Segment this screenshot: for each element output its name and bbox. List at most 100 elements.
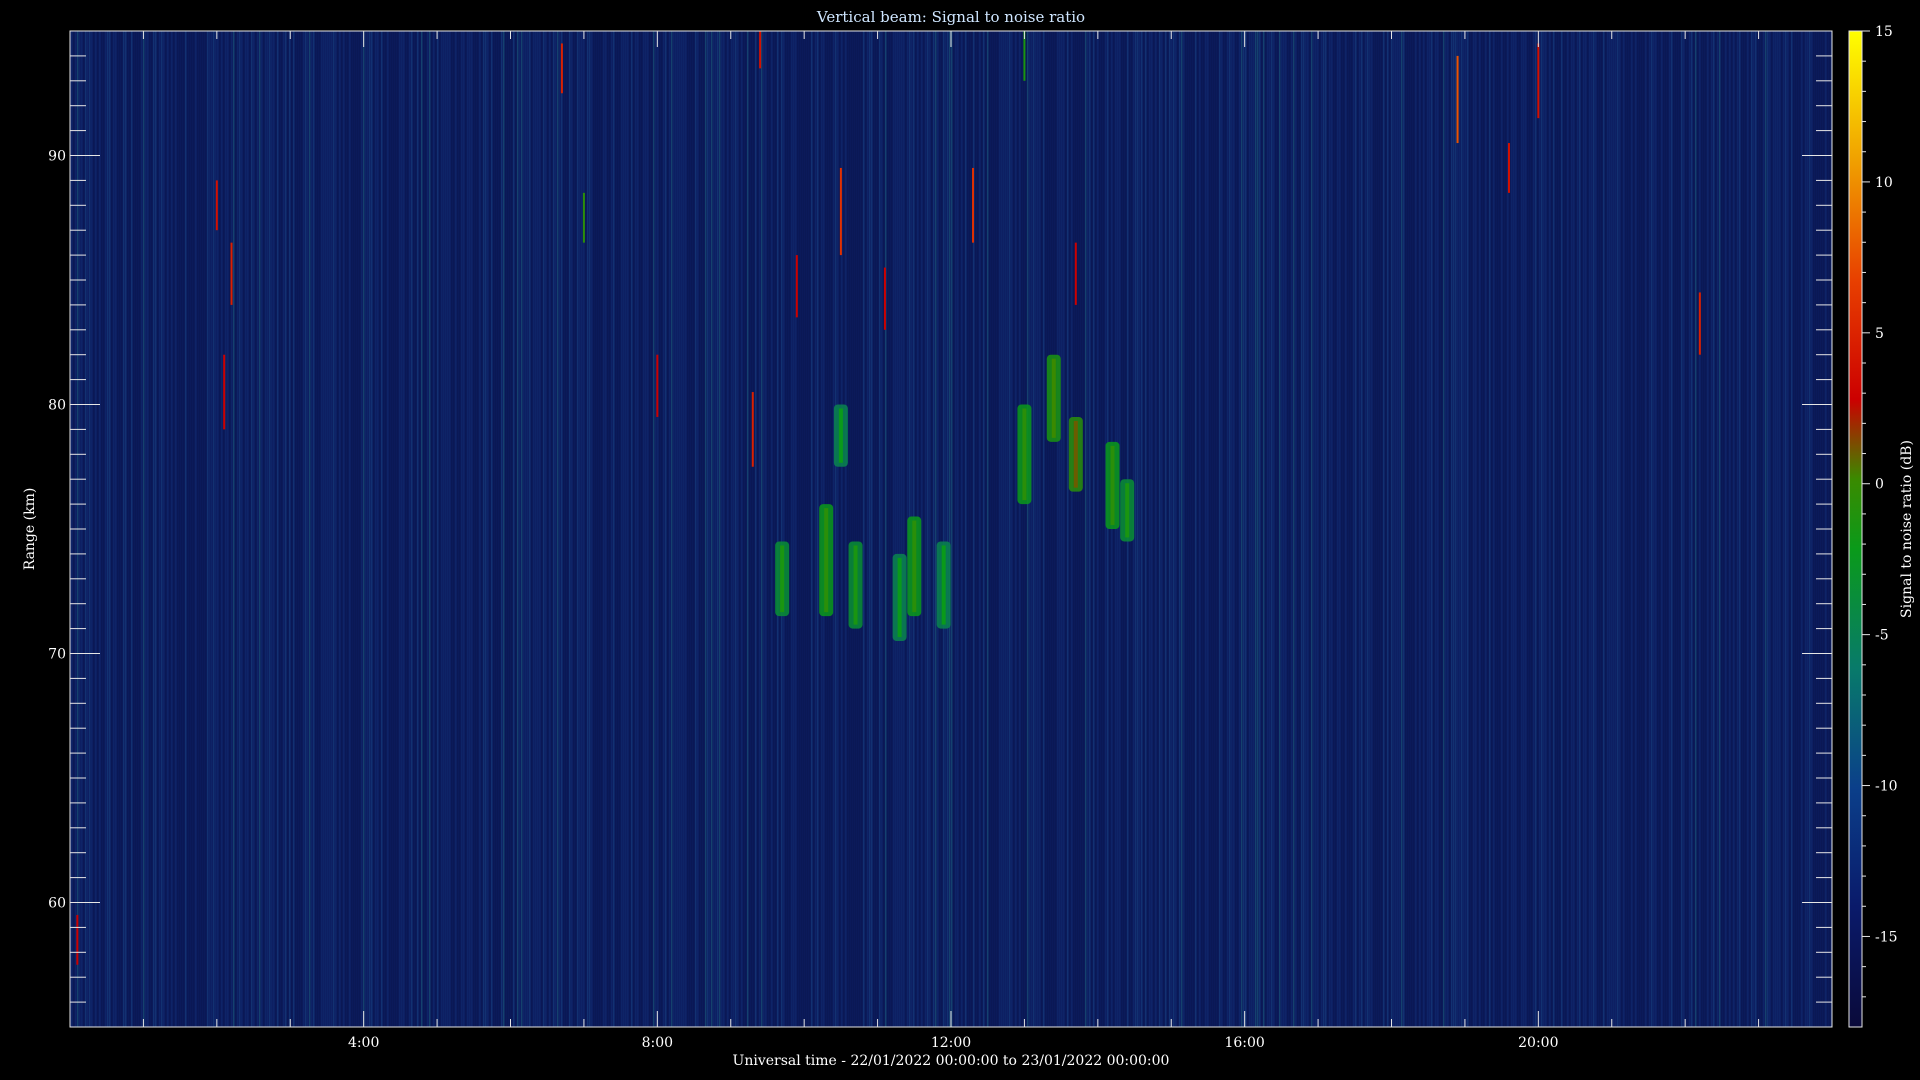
x-tick-label: 20:00: [1518, 1035, 1558, 1051]
noise-streak: [277, 31, 279, 1027]
noise-streak: [1099, 31, 1101, 1027]
noise-streak: [353, 31, 355, 1027]
noise-streak: [927, 31, 929, 1027]
noise-streak: [1343, 31, 1345, 1027]
noise-streak: [321, 31, 323, 1027]
noise-streak: [1679, 31, 1681, 1027]
noise-streak: [149, 31, 151, 1027]
noise-streak: [273, 31, 275, 1027]
noise-streak: [133, 31, 135, 1027]
noise-streak: [329, 31, 331, 1027]
noise-streak: [1463, 31, 1465, 1027]
noise-streak: [585, 31, 587, 1027]
noise-streak: [103, 31, 105, 1027]
noise-streak: [1337, 31, 1339, 1027]
noise-streak: [381, 31, 383, 1027]
noise-streak: [959, 31, 961, 1027]
noise-streak: [1599, 31, 1601, 1027]
noise-streak: [1247, 31, 1249, 1027]
noise-streak: [291, 31, 293, 1027]
noise-streak: [467, 31, 469, 1027]
noise-streak: [1559, 31, 1561, 1027]
noise-streak: [1493, 31, 1495, 1027]
noise-streak: [323, 31, 325, 1027]
noise-streak: [593, 31, 595, 1027]
noise-streak: [1225, 31, 1227, 1027]
noise-streak: [283, 31, 285, 1027]
noise-streak: [1203, 31, 1205, 1027]
noise-streak: [861, 31, 863, 1027]
noise-streak: [1207, 31, 1209, 1027]
noise-streak: [767, 31, 769, 1027]
noise-streak: [1601, 31, 1603, 1027]
noise-streak: [679, 31, 681, 1027]
noise-streak: [93, 31, 95, 1027]
noise-streak: [785, 31, 787, 1027]
noise-streak: [791, 31, 793, 1027]
noise-streak: [1347, 31, 1349, 1027]
noise-streak: [619, 31, 621, 1027]
noise-streak: [1807, 31, 1809, 1027]
noise-streak: [1143, 31, 1145, 1027]
noise-streak: [513, 31, 515, 1027]
noise-streak: [1159, 31, 1161, 1027]
noise-streak: [1233, 31, 1235, 1027]
noise-streak: [999, 31, 1001, 1027]
noise-streak: [1021, 31, 1023, 1027]
noise-streak: [1423, 31, 1425, 1027]
noise-streak: [555, 31, 557, 1027]
noise-streak: [1419, 31, 1421, 1027]
noise-streak: [509, 31, 511, 1027]
noise-streak: [1737, 31, 1739, 1027]
noise-streak: [681, 31, 683, 1027]
noise-streak: [1147, 31, 1149, 1027]
noise-streak: [683, 31, 685, 1027]
noise-streak: [1789, 31, 1791, 1027]
noise-streak: [1405, 31, 1407, 1027]
noise-streak: [213, 31, 215, 1027]
noise-streak: [1517, 31, 1519, 1027]
noise-streak: [1265, 31, 1267, 1027]
noise-streak: [177, 31, 179, 1027]
noise-streak: [1221, 31, 1223, 1027]
noise-streak: [1759, 31, 1761, 1027]
noise-streak: [601, 31, 603, 1027]
noise-streak: [641, 31, 643, 1027]
noise-streak: [569, 31, 571, 1027]
noise-streak: [895, 31, 897, 1027]
noise-streak: [1643, 31, 1645, 1027]
noise-streak: [261, 31, 263, 1027]
noise-streak: [719, 31, 721, 1027]
noise-streak: [1673, 31, 1675, 1027]
noise-streak: [545, 31, 547, 1027]
noise-streak: [135, 31, 137, 1027]
noise-streak: [1529, 31, 1531, 1027]
noise-streak: [511, 31, 513, 1027]
noise-streak: [1657, 31, 1659, 1027]
noise-streak: [1293, 31, 1295, 1027]
noise-streak: [1399, 31, 1401, 1027]
noise-streak: [1175, 31, 1177, 1027]
noise-streak: [883, 31, 885, 1027]
noise-streak: [727, 31, 729, 1027]
noise-streak: [1709, 31, 1711, 1027]
noise-streak: [1803, 31, 1805, 1027]
noise-streak: [319, 31, 321, 1027]
noise-streak: [181, 31, 183, 1027]
noise-streak: [197, 31, 199, 1027]
noise-streak: [837, 31, 839, 1027]
noise-streak: [849, 31, 851, 1027]
noise-streak: [1753, 31, 1755, 1027]
noise-streak: [1273, 31, 1275, 1027]
noise-streak: [347, 31, 349, 1027]
noise-streak: [1051, 31, 1053, 1027]
noise-streak: [1367, 31, 1369, 1027]
noise-streak: [975, 31, 977, 1027]
noise-streak: [1449, 31, 1451, 1027]
noise-streak: [433, 31, 435, 1027]
noise-streak: [1313, 31, 1315, 1027]
noise-streak: [151, 31, 153, 1027]
noise-streak: [1769, 31, 1771, 1027]
noise-streak: [209, 31, 211, 1027]
noise-streak: [1771, 31, 1773, 1027]
